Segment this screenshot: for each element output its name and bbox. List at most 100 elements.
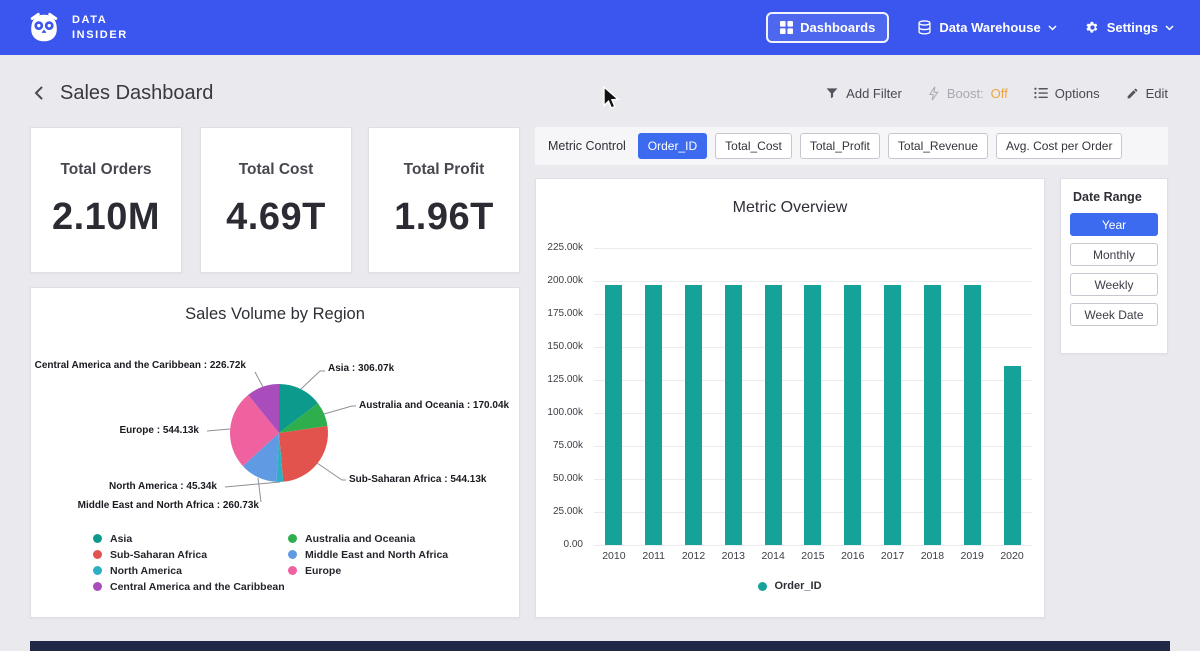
bottom-bar [30, 641, 1170, 651]
bar-2010[interactable] [605, 285, 622, 545]
x-tick-label: 2012 [674, 550, 714, 562]
bar-2016[interactable] [844, 285, 861, 545]
metric-control-label: Metric Control [548, 139, 626, 153]
x-tick-label: 2013 [713, 550, 753, 562]
brand-logo[interactable]: DATA INSIDER [26, 10, 128, 46]
bar-column [634, 248, 674, 545]
bar-2019[interactable] [964, 285, 981, 545]
legend-dot-icon [288, 534, 297, 543]
pie-label-line [258, 478, 261, 502]
bar-column [594, 248, 634, 545]
kpi-card-total-profit: Total Profit 1.96T [368, 127, 520, 273]
pie-legend-item-australia-and-oceania[interactable]: Australia and Oceania [288, 533, 448, 544]
back-chevron-icon [30, 84, 48, 102]
legend-dot-icon [93, 534, 102, 543]
x-tick-label: 2015 [793, 550, 833, 562]
y-tick-label: 50.00k [536, 473, 590, 484]
legend-dot-icon [93, 582, 102, 591]
pie-legend-label: Europe [305, 565, 341, 577]
pie-label-line [317, 463, 346, 480]
bar-2011[interactable] [645, 285, 662, 545]
bar-chart-legend[interactable]: Order_ID [536, 580, 1044, 592]
y-tick-label: 100.00k [536, 407, 590, 418]
metric-button-total-revenue[interactable]: Total_Revenue [888, 133, 988, 159]
legend-dot-icon [93, 566, 102, 575]
date-range-button-year[interactable]: Year [1070, 213, 1158, 236]
nav-data-warehouse-menu[interactable]: Data Warehouse [917, 20, 1056, 35]
kpi-value: 4.69T [226, 196, 326, 239]
date-range-button-monthly[interactable]: Monthly [1070, 243, 1158, 266]
bar-2017[interactable] [884, 285, 901, 545]
date-range-button-week-date[interactable]: Week Date [1070, 303, 1158, 326]
database-icon [917, 20, 932, 35]
bar-chart-y-axis: 225.00k200.00k175.00k150.00k125.00k100.0… [536, 248, 590, 545]
date-range-label: Date Range [1073, 190, 1167, 204]
bar-chart-x-axis: 2010201120122013201420152016201720182019… [594, 550, 1032, 562]
nav-settings-menu[interactable]: Settings [1085, 20, 1174, 35]
owl-logo-icon [26, 10, 62, 46]
metric-button-order-id[interactable]: Order_ID [638, 133, 707, 159]
bar-2013[interactable] [725, 285, 742, 545]
gridline [594, 545, 1032, 546]
metric-control-bar: Metric Control Order_ID Total_Cost Total_P… [535, 127, 1168, 165]
kpi-label: Total Orders [60, 161, 151, 179]
bar-2018[interactable] [924, 285, 941, 545]
date-range-buttons: Year Monthly Weekly Week Date [1061, 213, 1167, 326]
pie-legend-label: Middle East and North Africa [305, 549, 448, 561]
boost-toggle[interactable]: Boost: Off [928, 86, 1008, 101]
x-tick-label: 2011 [634, 550, 674, 562]
filter-funnel-icon [825, 86, 839, 100]
metric-control-buttons: Order_ID Total_Cost Total_Profit Total_Reve… [638, 133, 1123, 159]
bar-column [992, 248, 1032, 545]
pie-label-line [225, 482, 280, 487]
bar-2014[interactable] [765, 285, 782, 545]
date-range-button-weekly[interactable]: Weekly [1070, 273, 1158, 296]
edit-label: Edit [1146, 86, 1168, 101]
kpi-label: Total Profit [404, 161, 485, 179]
bar-chart-bars [594, 248, 1032, 545]
chevron-down-icon [1048, 25, 1057, 31]
add-filter-button[interactable]: Add Filter [825, 86, 902, 101]
y-tick-label: 225.00k [536, 242, 590, 253]
metric-button-total-cost[interactable]: Total_Cost [715, 133, 792, 159]
boost-label: Boost: [947, 86, 984, 101]
page-header: Sales Dashboard Add Filter Boost: Off Op… [30, 75, 1168, 111]
y-tick-label: 75.00k [536, 440, 590, 451]
nav-dashboards-label: Dashboards [800, 20, 875, 35]
pie-label-line [324, 406, 356, 414]
top-navbar: DATA INSIDER Dashboards Data Warehouse [0, 0, 1200, 55]
metric-overview-card: Metric Overview 225.00k200.00k175.00k150… [535, 178, 1045, 618]
kpi-value: 2.10M [52, 196, 160, 239]
pie-legend-label: Sub-Saharan Africa [110, 549, 207, 561]
grid-icon [780, 21, 793, 34]
x-tick-label: 2016 [833, 550, 873, 562]
back-button[interactable] [30, 84, 48, 102]
pie-legend-item-europe[interactable]: Europe [288, 565, 448, 576]
metric-button-total-profit[interactable]: Total_Profit [800, 133, 880, 159]
pie-legend-item-central-america-and-the-caribbean[interactable]: Central America and the Caribbean [93, 581, 285, 592]
pie-legend-item-middle-east-and-north-africa[interactable]: Middle East and North Africa [288, 549, 448, 560]
brand-line-1: DATA [72, 13, 128, 28]
pie-legend-item-asia[interactable]: Asia [93, 533, 285, 544]
bar-chart-plot [594, 248, 1032, 545]
bar-legend-label: Order_ID [774, 580, 821, 592]
pencil-icon [1126, 87, 1139, 100]
pie-legend-col-1: Asia Sub-Saharan Africa North America Centr… [93, 533, 285, 592]
bar-column [713, 248, 753, 545]
x-tick-label: 2010 [594, 550, 634, 562]
bar-2012[interactable] [685, 285, 702, 545]
edit-button[interactable]: Edit [1126, 86, 1168, 101]
legend-dot-icon [758, 582, 767, 591]
options-label: Options [1055, 86, 1100, 101]
pie-legend-item-north-america[interactable]: North America [93, 565, 285, 576]
options-button[interactable]: Options [1034, 86, 1100, 101]
bar-2020[interactable] [1004, 366, 1021, 545]
pie-slice-sub-saharan-africa[interactable] [279, 426, 328, 482]
metric-button-avg-cost-per-order[interactable]: Avg. Cost per Order [996, 133, 1123, 159]
pie-legend-label: North America [110, 565, 182, 577]
pie-legend-item-sub-saharan-africa[interactable]: Sub-Saharan Africa [93, 549, 285, 560]
bar-column [952, 248, 992, 545]
legend-dot-icon [288, 566, 297, 575]
nav-dashboards-button[interactable]: Dashboards [766, 12, 889, 43]
bar-2015[interactable] [804, 285, 821, 545]
